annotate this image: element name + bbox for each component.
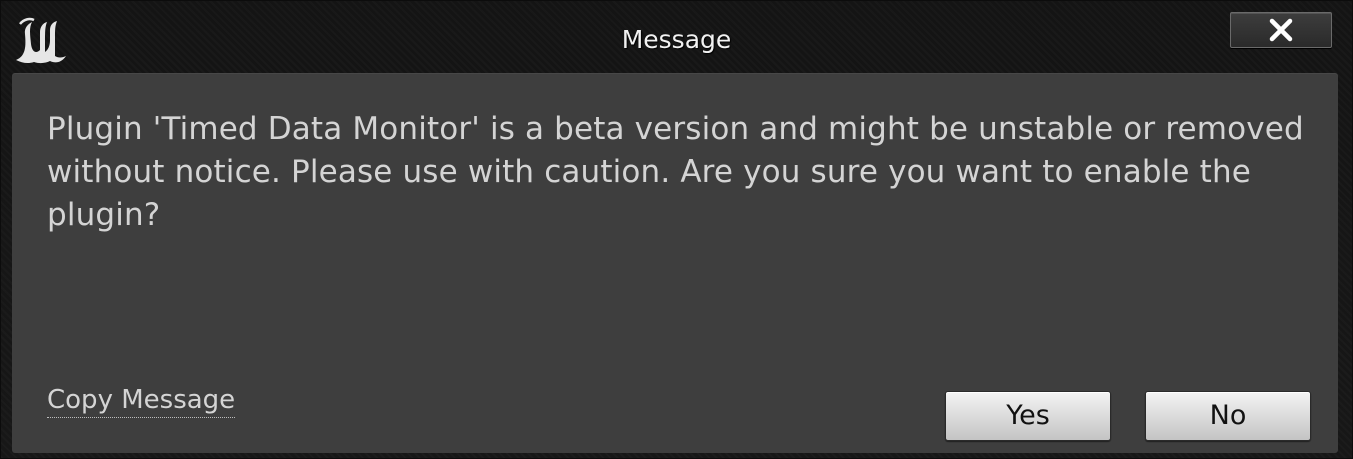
message-dialog-window: Message Plugin 'Timed Data Monitor' is a… [0,0,1353,459]
close-button[interactable] [1230,12,1332,48]
dialog-body: Plugin 'Timed Data Monitor' is a beta ve… [12,73,1338,453]
dialog-message: Plugin 'Timed Data Monitor' is a beta ve… [47,111,1304,233]
no-button[interactable]: No [1145,391,1311,441]
close-icon [1269,18,1293,42]
yes-button[interactable]: Yes [945,391,1111,441]
window-title: Message [621,25,732,54]
copy-message-link[interactable]: Copy Message [47,383,236,418]
title-bar[interactable]: Message [1,1,1352,73]
